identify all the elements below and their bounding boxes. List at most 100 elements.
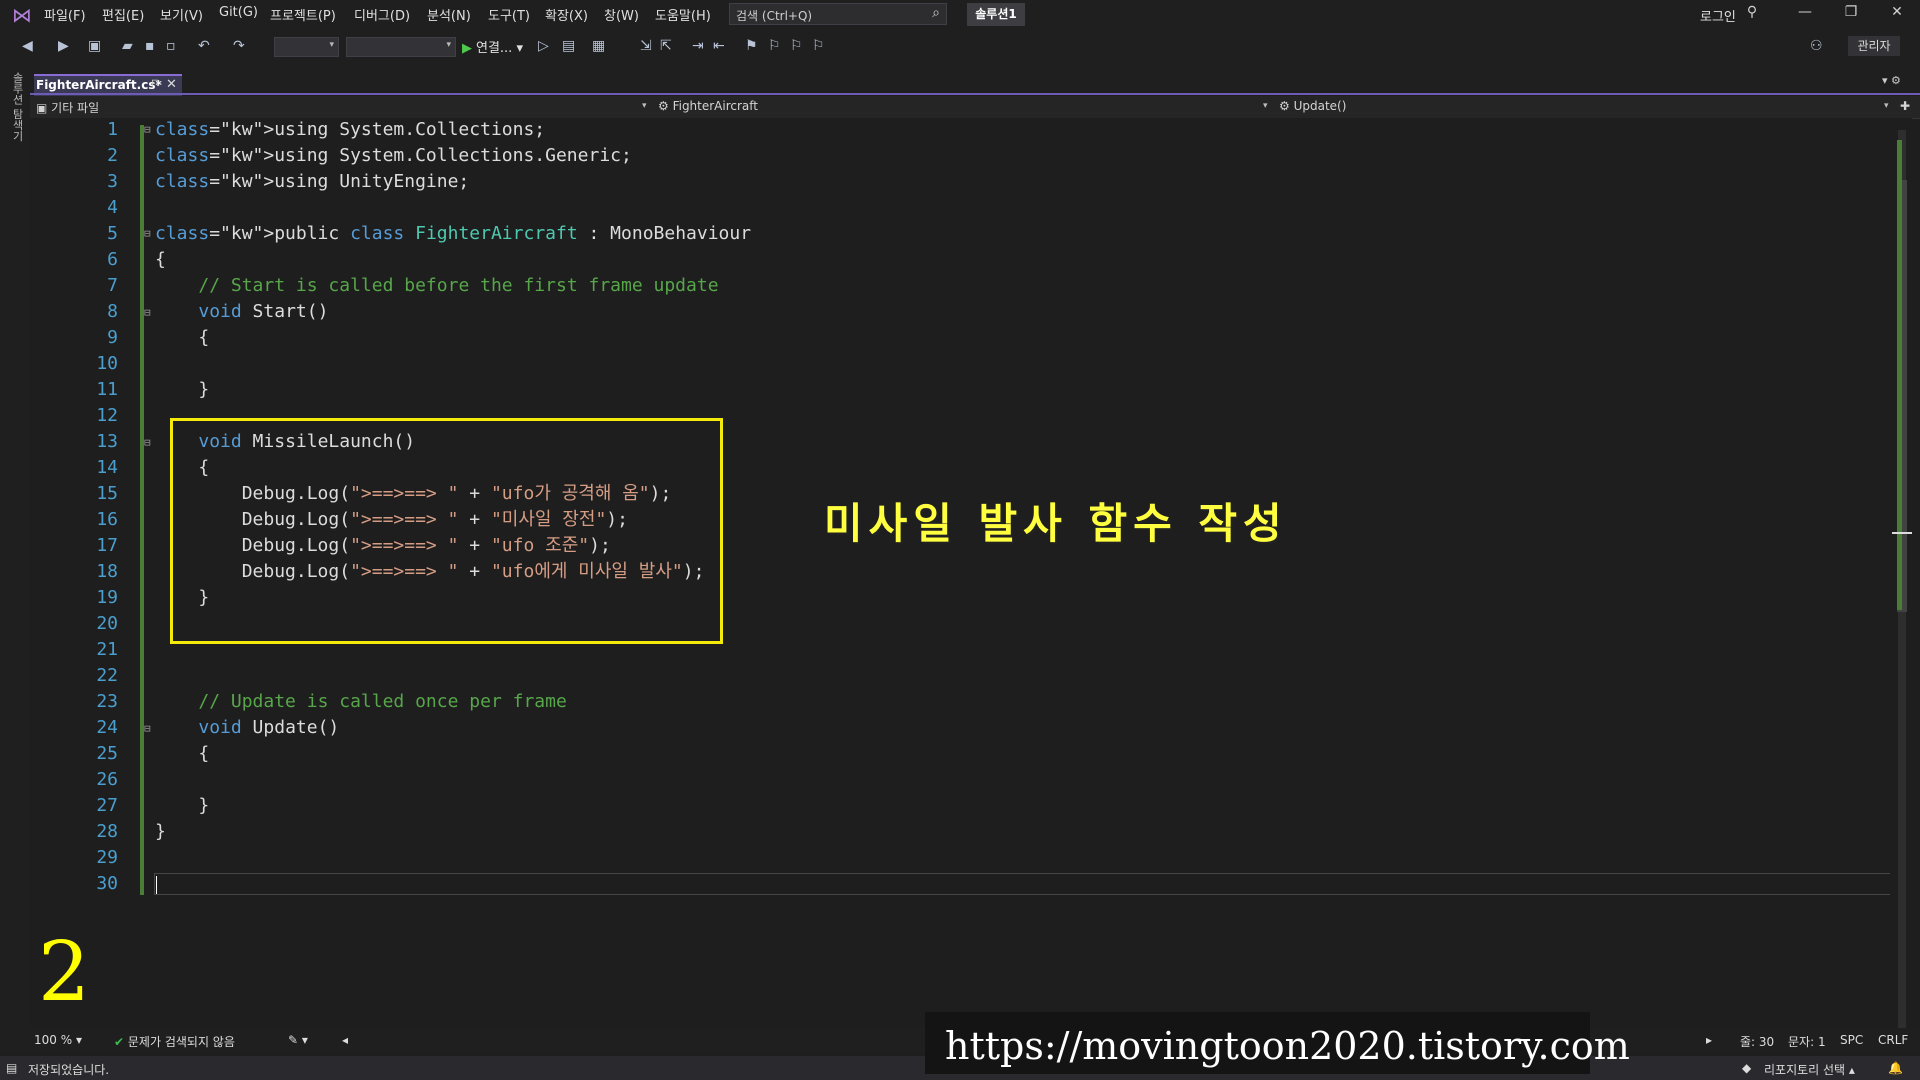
repository-selector[interactable]: 리포지토리 선택 ▴ — [1764, 1061, 1855, 1078]
source-control-icon[interactable]: ◆ — [1742, 1061, 1751, 1075]
code-line[interactable]: } — [155, 795, 209, 817]
code-cleanup-icon[interactable]: ✎ ▾ — [288, 1033, 308, 1047]
chevron-down-icon[interactable]: ▾ — [1263, 101, 1268, 111]
fold-icon[interactable]: ⊟ — [144, 227, 151, 240]
restore-button[interactable]: ❐ — [1836, 4, 1866, 20]
notification-bell-icon[interactable]: 🔔 — [1888, 1061, 1903, 1075]
split-add-icon[interactable]: ✚ — [1900, 99, 1910, 113]
code-line[interactable]: class="kw">using System.Collections; — [155, 119, 545, 141]
line-number: 25 — [96, 743, 118, 764]
change-tracking-bar — [140, 125, 144, 895]
code-line[interactable]: void Update() — [155, 717, 339, 739]
scope-dropdown[interactable]: ▣ 기타 파일 — [36, 99, 99, 116]
redo-icon[interactable]: ↷ — [233, 38, 245, 54]
current-line-highlight — [154, 873, 1894, 895]
code-line[interactable]: void Start() — [155, 301, 328, 323]
output-icon[interactable]: ▤ — [6, 1061, 17, 1075]
save-icon[interactable]: ▪ — [145, 38, 155, 54]
menu-git[interactable]: Git(G) — [219, 5, 258, 20]
menu-project[interactable]: 프로젝트(P) — [270, 5, 336, 24]
open-folder-icon[interactable]: ▰ — [122, 38, 133, 54]
menu-window[interactable]: 창(W) — [604, 5, 639, 24]
menu-tools[interactable]: 도구(T) — [488, 5, 530, 24]
scroll-right-icon[interactable]: ▸ — [1706, 1033, 1712, 1047]
menu-debug[interactable]: 디버그(D) — [354, 5, 410, 24]
menu-view[interactable]: 보기(V) — [160, 5, 203, 24]
code-line[interactable]: { — [155, 327, 209, 349]
line-number: 10 — [96, 353, 118, 374]
prev-bookmark-icon[interactable]: ⚐ — [768, 38, 781, 54]
code-line[interactable]: { — [155, 249, 166, 271]
live-share-icon[interactable]: ⚇ — [1810, 38, 1823, 54]
code-line[interactable]: { — [155, 743, 209, 765]
line-number: 26 — [96, 769, 118, 790]
start-without-debug-icon[interactable]: ▷ — [538, 38, 549, 54]
minimize-button[interactable]: — — [1790, 4, 1820, 20]
code-line[interactable]: class="kw">using UnityEngine; — [155, 171, 469, 193]
code-line[interactable]: class="kw">using System.Collections.Gene… — [155, 145, 632, 167]
admin-button[interactable]: 관리자 — [1848, 36, 1900, 56]
next-bookmark-icon[interactable]: ⚐ — [790, 38, 803, 54]
line-number: 9 — [107, 327, 118, 348]
platform-dropdown[interactable]: ▾ — [346, 37, 456, 57]
whitespace-indicator[interactable]: SPC — [1840, 1033, 1863, 1047]
step-icon[interactable]: ⇲ — [640, 38, 652, 54]
line-number: 3 — [107, 171, 118, 192]
tab-underline — [30, 93, 1920, 95]
configuration-dropdown[interactable]: ▾ — [274, 37, 339, 57]
zoom-dropdown[interactable]: 100 % ▾ — [34, 1033, 82, 1047]
back-icon[interactable]: ◀ — [22, 38, 33, 54]
browser-icon[interactable]: ▤ — [562, 38, 575, 54]
fold-icon[interactable]: ⊟ — [144, 722, 151, 735]
attach-run-button[interactable]: ▶ 연결... ▾ — [462, 37, 523, 56]
fold-icon[interactable]: ⊟ — [144, 436, 151, 449]
forward-icon[interactable]: ▶ — [58, 38, 69, 54]
undo-icon[interactable]: ↶ — [198, 38, 210, 54]
chevron-down-icon[interactable]: ▾ — [642, 101, 647, 111]
code-line[interactable]: } — [155, 821, 166, 843]
save-all-icon[interactable]: ▫ — [166, 38, 176, 54]
login-link[interactable]: 로그인 — [1700, 6, 1736, 25]
code-line[interactable]: // Update is called once per frame — [155, 691, 566, 713]
scroll-left-icon[interactable]: ◂ — [342, 1033, 348, 1047]
menu-edit[interactable]: 편집(E) — [102, 5, 144, 24]
pin-icon[interactable]: ⊓ — [151, 78, 159, 89]
menu-file[interactable]: 파일(F) — [44, 5, 86, 24]
visual-studio-logo-icon[interactable]: ⋈ — [8, 4, 36, 26]
issues-indicator[interactable]: ✔ 문제가 검색되지 않음 — [114, 1033, 235, 1050]
solution-explorer-rail[interactable]: 솔루션 탐색기 — [0, 64, 30, 1054]
indent-icon[interactable]: ⇥ — [692, 38, 704, 54]
chevron-down-icon[interactable]: ▾ — [1884, 101, 1889, 111]
tab-options-icon[interactable]: ▾ ⚙ — [1882, 74, 1901, 87]
line-number: 2 — [107, 145, 118, 166]
step-over-icon[interactable]: ⇱ — [660, 38, 672, 54]
char-indicator[interactable]: 문자: 1 — [1788, 1033, 1826, 1050]
navigation-bar: ▣ 기타 파일 ▾ ⚙ FighterAircraft ▾ ⚙ Update()… — [30, 96, 1920, 119]
menu-extensions[interactable]: 확장(X) — [545, 5, 588, 24]
tab-title: FighterAircraft.cs* — [36, 78, 162, 92]
line-indicator[interactable]: 줄: 30 — [1740, 1033, 1774, 1050]
rail-label: 솔루션 탐색기 — [11, 72, 24, 142]
code-line[interactable]: // Start is called before the first fram… — [155, 275, 718, 297]
menu-help[interactable]: 도움말(H) — [655, 5, 711, 24]
member-dropdown[interactable]: ⚙ Update() — [1279, 99, 1346, 113]
layout-icon[interactable]: ▦ — [592, 38, 605, 54]
search-input[interactable]: 검색 (Ctrl+Q) ⌕ — [729, 3, 947, 25]
fold-icon[interactable]: ⊟ — [144, 123, 151, 136]
close-tab-icon[interactable]: ✕ — [166, 77, 177, 92]
line-ending-indicator[interactable]: CRLF — [1878, 1033, 1908, 1047]
account-icon[interactable]: ⚲ — [1737, 4, 1767, 20]
class-dropdown[interactable]: ⚙ FighterAircraft — [658, 99, 758, 113]
close-window-button[interactable]: ✕ — [1882, 4, 1912, 20]
fold-icon[interactable]: ⊟ — [144, 306, 151, 319]
menu-analyze[interactable]: 분석(N) — [427, 5, 471, 24]
scope-label: 기타 파일 — [51, 101, 100, 115]
new-item-icon[interactable]: ▣ — [88, 38, 101, 54]
code-line[interactable]: class="kw">public class FighterAircraft … — [155, 223, 751, 245]
bookmark-icon[interactable]: ⚑ — [745, 38, 758, 54]
outdent-icon[interactable]: ⇤ — [713, 38, 725, 54]
clear-bookmark-icon[interactable]: ⚐ — [812, 38, 825, 54]
run-label: 연결... — [476, 41, 513, 56]
watermark-url: https://movingtoon2020.tistory.com — [945, 1024, 1630, 1068]
code-line[interactable]: } — [155, 379, 209, 401]
